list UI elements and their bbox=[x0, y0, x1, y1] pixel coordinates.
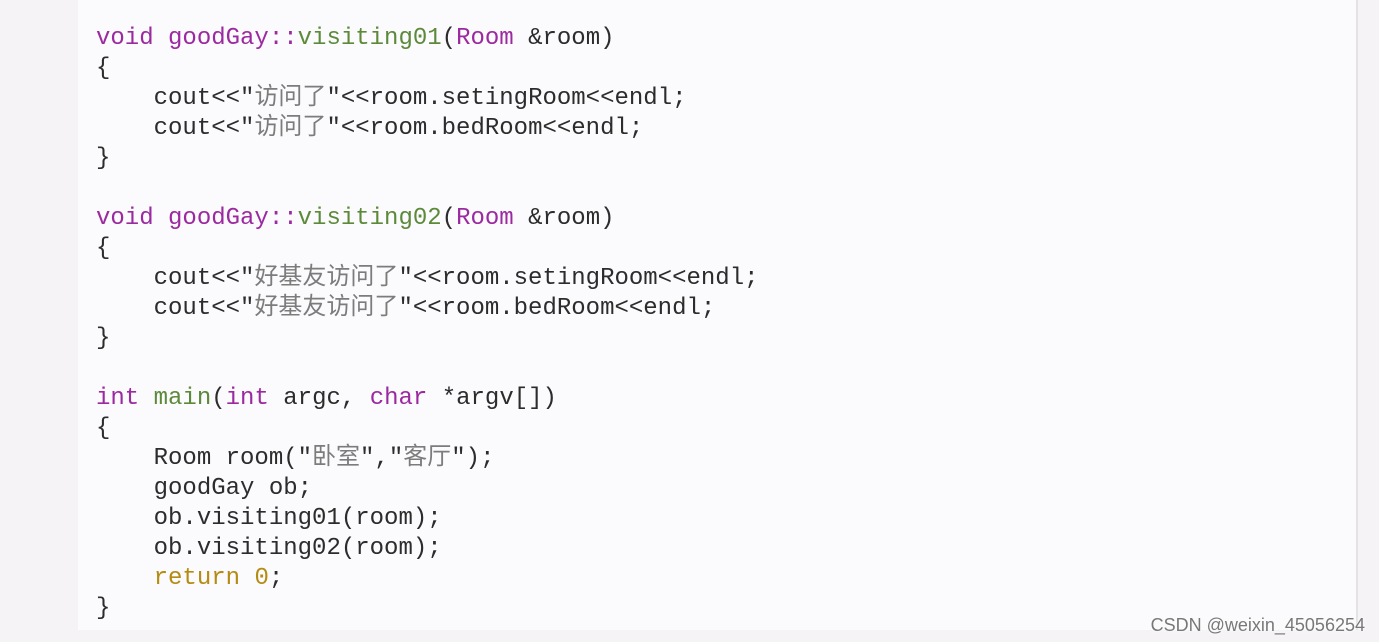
code-text: cout<<" bbox=[154, 85, 255, 112]
indent bbox=[96, 475, 154, 502]
param-name: argc, bbox=[269, 385, 370, 412]
literal-zero: 0 bbox=[254, 565, 268, 592]
indent bbox=[96, 295, 154, 322]
code-text: Room room(" bbox=[154, 445, 312, 472]
indent bbox=[96, 115, 154, 142]
param-type: Room bbox=[456, 25, 514, 52]
indent bbox=[96, 535, 154, 562]
kw-void: void bbox=[96, 205, 154, 232]
brace-open: { bbox=[96, 55, 110, 82]
class-qual: goodGay:: bbox=[168, 205, 298, 232]
paren-close: ) bbox=[543, 385, 557, 412]
param-name: room bbox=[543, 25, 601, 52]
code-text: "<<room.bedRoom<<endl; bbox=[326, 115, 643, 142]
code-editor-panel: void goodGay::visiting01(Room &room) { c… bbox=[78, 0, 1358, 630]
code-block: void goodGay::visiting01(Room &room) { c… bbox=[78, 0, 1356, 642]
paren-open: ( bbox=[442, 25, 456, 52]
code-text: ob.visiting01(room); bbox=[154, 505, 442, 532]
brace-close: } bbox=[96, 595, 110, 622]
code-text: "); bbox=[451, 445, 494, 472]
class-qual: goodGay:: bbox=[168, 25, 298, 52]
code-text: "<<room.setingRoom<<endl; bbox=[326, 85, 686, 112]
indent bbox=[96, 565, 154, 592]
indent bbox=[96, 85, 154, 112]
paren-close: ) bbox=[600, 205, 614, 232]
code-text: "," bbox=[360, 445, 403, 472]
string-literal: 访问了 bbox=[254, 85, 326, 112]
indent bbox=[96, 265, 154, 292]
param-type: Room bbox=[456, 205, 514, 232]
code-text: "<<room.bedRoom<<endl; bbox=[398, 295, 715, 322]
string-literal: 客厅 bbox=[403, 445, 451, 472]
kw-int: int bbox=[96, 385, 139, 412]
kw-void: void bbox=[96, 25, 154, 52]
fn-name: main bbox=[154, 385, 212, 412]
param-amp: & bbox=[514, 205, 543, 232]
string-literal: 好基友访问了 bbox=[254, 295, 398, 322]
kw-return: return bbox=[154, 565, 255, 592]
code-text: goodGay ob; bbox=[154, 475, 312, 502]
star: * bbox=[427, 385, 456, 412]
brace-open: { bbox=[96, 415, 110, 442]
string-literal: 访问了 bbox=[254, 115, 326, 142]
kw-int: int bbox=[226, 385, 269, 412]
paren-close: ) bbox=[600, 25, 614, 52]
paren-open: ( bbox=[442, 205, 456, 232]
string-literal: 卧室 bbox=[312, 445, 360, 472]
kw-char: char bbox=[370, 385, 428, 412]
fn-name: visiting02 bbox=[298, 205, 442, 232]
code-text: cout<<" bbox=[154, 295, 255, 322]
indent bbox=[96, 445, 154, 472]
fn-name: visiting01 bbox=[298, 25, 442, 52]
brace-close: } bbox=[96, 325, 110, 352]
code-text: cout<<" bbox=[154, 265, 255, 292]
param-amp: & bbox=[514, 25, 543, 52]
code-text: "<<room.setingRoom<<endl; bbox=[398, 265, 758, 292]
code-text: ob.visiting02(room); bbox=[154, 535, 442, 562]
paren-open: ( bbox=[211, 385, 225, 412]
semi: ; bbox=[269, 565, 283, 592]
string-literal: 好基友访问了 bbox=[254, 265, 398, 292]
brace-close: } bbox=[96, 145, 110, 172]
param-name: room bbox=[543, 205, 601, 232]
brace-open: { bbox=[96, 235, 110, 262]
param-name: argv[] bbox=[456, 385, 542, 412]
watermark-text: CSDN @weixin_45056254 bbox=[1151, 615, 1365, 636]
code-text: cout<<" bbox=[154, 115, 255, 142]
indent bbox=[96, 505, 154, 532]
